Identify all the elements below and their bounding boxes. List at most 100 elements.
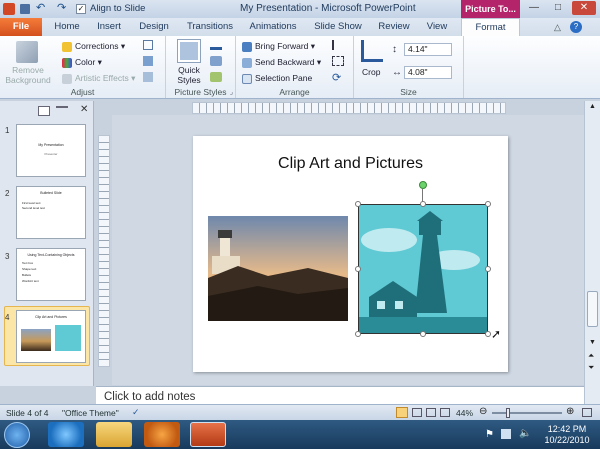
resize-handle[interactable] xyxy=(420,331,426,337)
internet-explorer-icon[interactable] xyxy=(48,422,84,447)
tray-volume-icon[interactable]: 🔈 xyxy=(519,428,531,439)
normal-view-icon[interactable] xyxy=(396,407,408,418)
picture-layout-icon[interactable] xyxy=(210,72,222,82)
tab-format[interactable]: Format xyxy=(461,18,520,36)
powerpoint-taskbar-icon[interactable] xyxy=(190,422,226,447)
compress-pictures-icon[interactable] xyxy=(143,40,153,50)
tab-file[interactable]: File xyxy=(0,18,42,36)
quick-styles-button[interactable]: Quick Styles xyxy=(170,65,208,85)
lighthouse-clipart[interactable] xyxy=(358,204,488,334)
app-icon[interactable] xyxy=(3,3,15,15)
reset-picture-icon[interactable] xyxy=(143,72,153,82)
redo-icon[interactable]: ↷ xyxy=(57,1,66,14)
thumb-line: Shape text xyxy=(22,267,37,271)
slide-thumbnail-4[interactable]: Clip Art and Pictures xyxy=(16,310,86,363)
picture-styles-group-label: Picture Styles xyxy=(174,87,227,97)
send-backward-icon xyxy=(242,57,252,68)
group-icon[interactable] xyxy=(332,56,344,66)
tab-home[interactable]: Home xyxy=(48,18,86,36)
outline-tab-icon[interactable] xyxy=(56,106,68,116)
slide-thumbnail-3[interactable]: Using Text-Containing Objects Text box S… xyxy=(16,248,86,301)
resize-handle[interactable] xyxy=(485,201,491,207)
windows-taskbar: ⚑ 🔈 12:42 PM 10/22/2010 xyxy=(0,420,600,449)
lighthouse-photo[interactable] xyxy=(208,216,348,321)
vertical-ruler xyxy=(98,135,110,367)
send-backward-button[interactable]: Send Backward ▾ xyxy=(242,57,321,68)
slides-tab-icon[interactable] xyxy=(38,106,50,116)
slide-title[interactable]: Clip Art and Pictures xyxy=(193,155,508,173)
width-icon: ↔ xyxy=(392,67,402,78)
slide-thumbnail-1[interactable]: My Presentation Presenter xyxy=(16,124,86,177)
thumb-title: Bulleted Slide xyxy=(40,191,62,195)
thumb-line: Text box xyxy=(22,261,34,265)
zoom-slider[interactable] xyxy=(492,412,562,414)
help-icon[interactable]: ? xyxy=(570,21,582,33)
zoom-out-icon[interactable]: ⊖ xyxy=(479,406,487,417)
tab-design[interactable]: Design xyxy=(134,18,174,36)
tab-slide-show[interactable]: Slide Show xyxy=(310,18,366,36)
scroll-thumb[interactable] xyxy=(587,291,598,327)
rotation-handle[interactable] xyxy=(419,181,427,189)
reading-view-icon[interactable] xyxy=(426,408,436,417)
remove-background-button[interactable]: Remove Background xyxy=(4,65,52,85)
slide-show-view-icon[interactable] xyxy=(440,408,450,417)
change-picture-icon[interactable] xyxy=(143,56,153,66)
resize-handle[interactable] xyxy=(355,331,361,337)
tray-network-icon[interactable] xyxy=(501,429,511,439)
crop-icon[interactable] xyxy=(361,40,383,62)
shape-width-input[interactable]: 4.08" xyxy=(404,66,452,79)
minimize-ribbon-icon[interactable]: △ xyxy=(554,22,561,33)
tray-flag-icon[interactable]: ⚑ xyxy=(485,429,494,440)
selection-pane-button[interactable]: Selection Pane xyxy=(242,73,312,84)
minimize-button[interactable]: — xyxy=(524,1,544,15)
resize-handle[interactable] xyxy=(355,266,361,272)
system-clock[interactable]: 12:42 PM 10/22/2010 xyxy=(535,424,599,446)
rotate-icon[interactable]: ⟳ xyxy=(332,71,341,84)
resize-handle[interactable] xyxy=(420,201,426,207)
tab-insert[interactable]: Insert xyxy=(90,18,128,36)
picture-effects-icon[interactable] xyxy=(210,56,222,66)
vertical-scrollbar[interactable]: ▲ ▼ ⏶ ⏷ xyxy=(584,101,600,404)
scroll-down-icon[interactable]: ▼ xyxy=(589,339,596,346)
align-icon[interactable] xyxy=(332,40,344,50)
resize-handle[interactable] xyxy=(355,201,361,207)
notes-pane[interactable]: Click to add notes xyxy=(96,386,584,404)
tab-transitions[interactable]: Transitions xyxy=(182,18,238,36)
tab-review[interactable]: Review xyxy=(374,18,414,36)
crop-button[interactable]: Crop xyxy=(362,67,380,77)
slide-sorter-view-icon[interactable] xyxy=(412,408,422,417)
zoom-level[interactable]: 44% xyxy=(456,408,473,418)
thumb-title: My Presentation xyxy=(38,143,64,147)
shape-height-input[interactable]: 4.14" xyxy=(404,43,452,56)
corrections-button[interactable]: Corrections ▾ xyxy=(62,41,125,52)
artistic-effects-button[interactable]: Artistic Effects ▾ xyxy=(62,73,135,84)
close-pane-icon[interactable]: ✕ xyxy=(80,104,88,115)
maximize-button[interactable]: □ xyxy=(548,1,568,15)
fit-to-window-icon[interactable] xyxy=(582,408,592,417)
spell-check-icon[interactable]: ✓ xyxy=(132,407,140,418)
undo-icon[interactable]: ↶ xyxy=(36,1,45,14)
save-icon[interactable] xyxy=(20,4,30,14)
next-slide-icon[interactable]: ⏷ xyxy=(588,363,594,373)
slide-thumbnail-2[interactable]: Bulleted Slide First level text Second l… xyxy=(16,186,86,239)
color-button[interactable]: Color ▾ xyxy=(62,57,102,68)
picture-border-icon[interactable] xyxy=(210,40,222,50)
remove-background-icon[interactable] xyxy=(16,41,38,63)
bring-forward-button[interactable]: Bring Forward ▾ xyxy=(242,41,315,52)
dialog-launcher-icon[interactable]: ⌟ xyxy=(230,88,233,96)
tab-animations[interactable]: Animations xyxy=(245,18,301,36)
zoom-slider-thumb[interactable] xyxy=(506,408,510,418)
quick-styles-icon[interactable] xyxy=(177,39,201,63)
close-button[interactable]: ✕ xyxy=(572,1,596,15)
artistic-effects-icon xyxy=(62,73,72,84)
previous-slide-icon[interactable]: ⏶ xyxy=(588,351,594,361)
file-explorer-icon[interactable] xyxy=(96,422,132,447)
resize-handle[interactable] xyxy=(485,266,491,272)
media-player-icon[interactable] xyxy=(144,422,180,447)
scroll-up-icon[interactable]: ▲ xyxy=(589,103,596,110)
tab-view[interactable]: View xyxy=(420,18,454,36)
zoom-in-icon[interactable]: ⊕ xyxy=(566,406,574,417)
thumb-title: Using Text-Containing Objects xyxy=(27,253,75,257)
start-button[interactable] xyxy=(4,422,30,448)
align-checkbox[interactable]: ✓ xyxy=(76,4,86,14)
